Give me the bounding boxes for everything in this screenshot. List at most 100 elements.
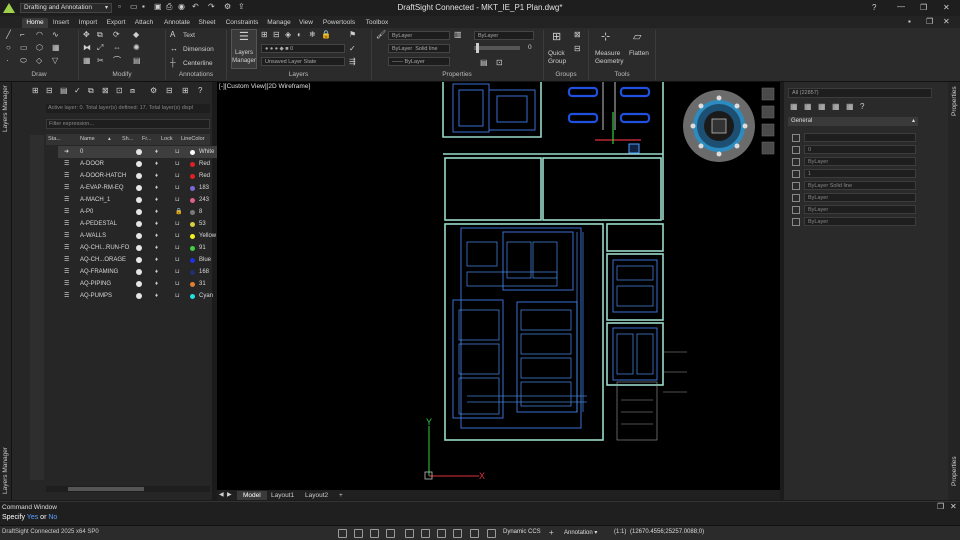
tab-scroll-left-icon[interactable]: ◀ [219, 490, 224, 500]
layer-status-icon[interactable]: ➜ [64, 146, 69, 158]
point-tool-icon[interactable]: · [6, 56, 9, 66]
properties-toolbar-icon-1[interactable]: ▦ [790, 102, 798, 112]
nav-extents-icon[interactable] [761, 141, 775, 155]
layer-row[interactable]: ☰ AQ-FRAMING ♦ ⊔ 168 [58, 266, 234, 278]
col-linecolor[interactable]: LineColor [181, 134, 205, 145]
quick-group-label-1[interactable]: Quick [548, 50, 565, 57]
unlock-icon[interactable]: ⊔ [175, 170, 180, 182]
unlock-icon[interactable]: ⊔ [175, 182, 180, 194]
tab-model[interactable]: Model [237, 491, 267, 500]
layer-filter-icon[interactable]: ⊠ [102, 86, 109, 96]
layer-state-icon[interactable]: ⧉ [88, 86, 94, 96]
layer-color-swatch[interactable] [190, 257, 195, 263]
flatten-icon[interactable]: ▱ [633, 32, 641, 43]
layer-freeze-icon[interactable]: ♦ [155, 146, 158, 158]
command-option-yes[interactable]: Yes [27, 514, 38, 521]
circle-tool-icon[interactable]: ○ [6, 43, 11, 53]
layer-color-swatch[interactable] [190, 269, 195, 275]
quick-group-label-2[interactable]: Group [548, 58, 566, 65]
esnap-icon[interactable] [421, 529, 430, 538]
layer-name[interactable]: AQ-CHI...RUN-FO [80, 242, 132, 254]
layer-color-swatch[interactable] [190, 173, 195, 179]
unlock-icon[interactable]: ⊔ [175, 230, 180, 242]
layers-hscrollbar[interactable] [46, 486, 210, 492]
layer-freeze-icon[interactable]: ♦ [155, 242, 158, 254]
layer-freeze-icon[interactable]: ♦ [155, 290, 158, 302]
layer-translate-icon[interactable]: ⧈ [130, 86, 135, 96]
layer-property-select[interactable]: ByLayer [474, 31, 534, 40]
region-tool-icon[interactable]: ◇ [36, 56, 42, 66]
measure-geometry-icon[interactable]: ⊹ [601, 32, 610, 43]
layer-color-swatch[interactable] [190, 281, 195, 287]
general-section-header[interactable]: General ▴ [788, 117, 918, 126]
minimize-icon[interactable]: — [897, 2, 905, 12]
layer-row[interactable]: ☰ AQ-CHI...RUN-FO ♦ ⊔ 91 [58, 242, 234, 254]
print-icon[interactable]: ⎙ [166, 2, 172, 12]
layer-row[interactable]: ☰ A-DOOR ♦ ⊔ Red [58, 158, 234, 170]
layer-color-swatch[interactable] [190, 197, 195, 203]
layer-status-icon[interactable]: ☰ [64, 182, 69, 194]
layer-isolate-icon[interactable]: ◈ [285, 30, 291, 40]
layer-name[interactable]: AQ-FRAMING [80, 266, 132, 278]
tab-view[interactable]: View [296, 18, 316, 28]
nav-orbit-icon[interactable] [761, 123, 775, 137]
match-properties-icon[interactable]: 🖌 [376, 30, 386, 40]
polygon-tool-icon[interactable]: ⬡ [36, 43, 43, 53]
layer-match-icon[interactable]: ⊞ [261, 30, 268, 40]
layer-name[interactable]: A-P0 [80, 206, 132, 218]
layer-visibility-icon[interactable] [136, 221, 142, 227]
layer-visibility-icon[interactable] [136, 257, 142, 263]
view-navigation-wheel[interactable] [683, 90, 755, 162]
nav-pan-icon[interactable] [761, 87, 775, 101]
ortho-icon[interactable] [386, 529, 395, 538]
drawing-viewport[interactable]: [-][Custom View][2D Wireframe] Y X [217, 82, 780, 490]
checkmark-icon[interactable]: ✓ [349, 44, 356, 54]
redo-icon[interactable]: ↷ [208, 2, 215, 12]
col-lock[interactable]: Lock [161, 134, 173, 145]
hatch-tool-icon[interactable]: ▦ [52, 43, 60, 53]
layer-visibility-icon[interactable] [136, 161, 142, 167]
layer-status-icon[interactable]: ☰ [64, 194, 69, 206]
transparency-slider[interactable] [474, 43, 520, 53]
prop-color[interactable]: ByLayer [804, 157, 916, 166]
layer-row[interactable]: ☰ AQ-PIPING ♦ ⊔ 31 [58, 278, 234, 290]
dynamic-ccs-button[interactable]: Dynamic CCS [503, 529, 541, 535]
unlock-icon[interactable]: ⊔ [175, 242, 180, 254]
minimize-ribbon-icon[interactable]: ▪ [908, 17, 911, 27]
layer-name[interactable]: AQ-CH...ORAGE [80, 254, 132, 266]
explode-icon[interactable]: ✺ [133, 43, 140, 53]
layer-freeze-icon[interactable]: ♦ [155, 158, 158, 170]
command-window-restore-icon[interactable]: ❐ [937, 502, 944, 512]
layer-status-icon[interactable]: ☰ [64, 158, 69, 170]
measure-label-1[interactable]: Measure [595, 50, 620, 57]
scale-icon[interactable]: ⤢ [97, 43, 103, 53]
layer-color-swatch[interactable] [190, 293, 195, 299]
unlock-icon[interactable]: ⊔ [175, 278, 180, 290]
layer-status-icon[interactable]: ☰ [64, 206, 69, 218]
ungroup-icon[interactable]: ⊟ [574, 44, 581, 54]
layer-name[interactable]: A-EVAP-RM-EQ [80, 182, 132, 194]
unlock-icon[interactable]: ⊔ [175, 194, 180, 206]
group-edit-icon[interactable]: ⊠ [574, 30, 581, 40]
prop-linescale[interactable]: 1 [804, 169, 916, 178]
lock-icon[interactable]: 🔒 [175, 206, 182, 218]
quick-select-icon[interactable]: ⊡ [496, 58, 503, 68]
layer-visibility-icon[interactable] [136, 269, 142, 275]
layer-freeze-icon[interactable]: ♦ [155, 254, 158, 266]
layer-visibility-icon[interactable] [136, 185, 142, 191]
layer-row[interactable]: ☰ A-MACH_1 ♦ ⊔ 243 [58, 194, 234, 206]
layer-row[interactable]: ☰ A-PEDESTAL ♦ ⊔ 53 [58, 218, 234, 230]
layer-color-swatch[interactable] [190, 209, 195, 215]
layer-row[interactable]: ☰ AQ-PUMPS ♦ ⊔ Cyan [58, 290, 234, 302]
layer-freeze-icon[interactable]: ♦ [155, 206, 158, 218]
unlock-icon[interactable]: ⊔ [175, 290, 180, 302]
layers-manager-button[interactable]: ☰ Layers Manager [231, 29, 257, 69]
layer-settings-gear-icon[interactable]: ⚙ [150, 86, 157, 96]
close-icon[interactable]: ✕ [943, 3, 950, 13]
annotation-scale-button[interactable]: Annotation ▾ [564, 529, 597, 536]
unlock-icon[interactable]: ⊔ [175, 146, 180, 158]
tab-powertools[interactable]: Powertools [320, 18, 358, 28]
layer-status-icon[interactable]: ☰ [64, 242, 69, 254]
layer-off-icon[interactable]: ◐ [297, 30, 302, 40]
tab-layout2[interactable]: Layout2 [299, 491, 334, 500]
